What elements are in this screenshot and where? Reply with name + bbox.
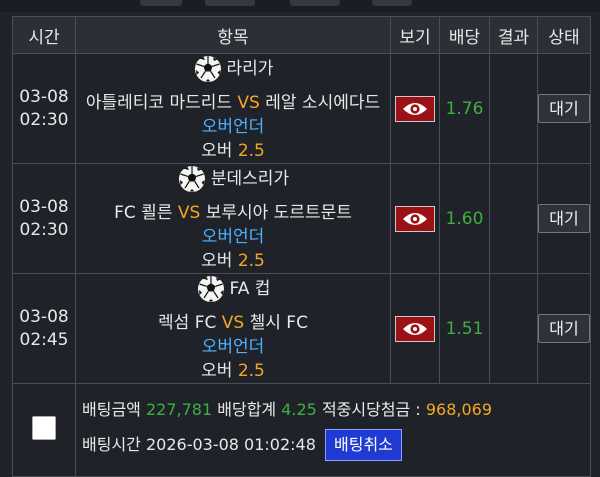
select-cell bbox=[12, 383, 76, 477]
bet-totals-line: 배팅금액 227,781 배당합계 4.25 적중시당첨금 : 968,069 bbox=[76, 399, 590, 421]
header-status: 상태 bbox=[537, 16, 591, 54]
game-date: 03-08 bbox=[19, 306, 69, 327]
bet-slip-table: 시간 항목 보기 배당 결과 상태 03-08 02:30 라리가 아틀레티코 … bbox=[12, 16, 591, 477]
bet-amount-label: 배팅금액 bbox=[82, 400, 141, 419]
summary-cell: 배팅금액 227,781 배당합계 4.25 적중시당첨금 : 968,069 … bbox=[75, 383, 591, 477]
odds-value: 1.51 bbox=[439, 273, 490, 384]
home-team: 아틀레티코 마드리드 bbox=[85, 93, 233, 113]
table-row: 03-08 02:45 FA 컵 렉섬 FC VS 첼시 FC 오버언더 오버 … bbox=[12, 273, 591, 384]
vs-label: VS bbox=[237, 93, 260, 113]
header-time: 시간 bbox=[12, 16, 76, 54]
odds-value: 1.60 bbox=[439, 163, 490, 274]
view-button[interactable] bbox=[395, 205, 435, 232]
header-item: 항목 bbox=[75, 16, 391, 54]
result-cell bbox=[489, 53, 538, 164]
game-date: 03-08 bbox=[19, 196, 69, 217]
pick-line: 오버 2.5 bbox=[76, 249, 390, 273]
pick-line-value: 2.5 bbox=[237, 141, 265, 161]
status-cell: 대기 bbox=[537, 163, 591, 274]
header-odds: 배당 bbox=[439, 16, 490, 54]
game-clock: 02:45 bbox=[19, 329, 69, 350]
top-tab[interactable] bbox=[290, 0, 340, 6]
bet-time-line: 배팅시간 2026-03-08 01:02:48 배팅취소 bbox=[76, 429, 590, 461]
match-line: FC 쾰른 VS 보루시아 도르트문트 bbox=[76, 201, 390, 225]
bet-time-label: 배팅시간 bbox=[82, 435, 141, 454]
cancel-bet-button[interactable]: 배팅취소 bbox=[325, 429, 402, 461]
payout-value: 968,069 bbox=[425, 400, 493, 419]
table-row: 03-08 02:30 라리가 아틀레티코 마드리드 VS 레알 소시에다드 오… bbox=[12, 53, 591, 164]
bet-amount-value: 227,781 bbox=[145, 400, 213, 419]
total-odds-value: 4.25 bbox=[281, 400, 317, 419]
header-view: 보기 bbox=[390, 16, 440, 54]
pick-line-value: 2.5 bbox=[237, 251, 265, 271]
away-team: 보루시아 도르트문트 bbox=[205, 203, 352, 223]
game-item: 분데스리가 FC 쾰른 VS 보루시아 도르트문트 오버언더 오버 2.5 bbox=[75, 163, 391, 274]
view-button[interactable] bbox=[395, 95, 435, 122]
view-button[interactable] bbox=[395, 315, 435, 342]
game-date: 03-08 bbox=[19, 86, 69, 107]
summary-row: 배팅금액 227,781 배당합계 4.25 적중시당첨금 : 968,069 … bbox=[12, 383, 591, 477]
total-odds-label: 배당합계 bbox=[217, 400, 277, 419]
select-checkbox[interactable] bbox=[32, 416, 56, 440]
league-name: 라리가 bbox=[226, 59, 274, 79]
vs-label: VS bbox=[221, 313, 245, 333]
view-cell bbox=[390, 53, 440, 164]
pick-label: 오버 bbox=[201, 251, 233, 271]
league-line: 라리가 bbox=[193, 54, 274, 84]
pick-line: 오버 2.5 bbox=[76, 139, 390, 163]
league-line: 분데스리가 bbox=[177, 164, 289, 194]
eye-icon bbox=[403, 102, 427, 115]
eye-icon bbox=[403, 212, 427, 225]
game-item: FA 컵 렉섬 FC VS 첼시 FC 오버언더 오버 2.5 bbox=[75, 273, 391, 384]
view-cell bbox=[390, 273, 440, 384]
status-button[interactable]: 대기 bbox=[538, 314, 590, 343]
view-cell bbox=[390, 163, 440, 274]
match-line: 아틀레티코 마드리드 VS 레알 소시에다드 bbox=[76, 91, 390, 115]
payout-label: 적중시당첨금 : bbox=[321, 400, 421, 419]
pick-line: 오버 2.5 bbox=[76, 359, 390, 383]
away-team: 레알 소시에다드 bbox=[265, 93, 381, 113]
home-team: 렉섬 FC bbox=[158, 313, 217, 333]
result-cell bbox=[489, 163, 538, 274]
soccer-ball-icon bbox=[196, 275, 225, 303]
match-line: 렉섬 FC VS 첼시 FC bbox=[76, 311, 390, 335]
top-tab[interactable] bbox=[205, 0, 255, 6]
game-clock: 02:30 bbox=[19, 219, 69, 240]
status-cell: 대기 bbox=[537, 273, 591, 384]
league-line: FA 컵 bbox=[196, 274, 271, 304]
table-row: 03-08 02:30 분데스리가 FC 쾰른 VS 보루시아 도르트문트 오버… bbox=[12, 163, 591, 274]
top-tab[interactable] bbox=[140, 0, 182, 6]
pick-label: 오버 bbox=[201, 141, 233, 161]
table-header: 시간 항목 보기 배당 결과 상태 bbox=[12, 16, 591, 54]
market-type: 오버언더 bbox=[201, 227, 265, 247]
status-button[interactable]: 대기 bbox=[538, 204, 590, 233]
market-type: 오버언더 bbox=[201, 117, 265, 137]
game-time: 03-08 02:30 bbox=[12, 53, 76, 164]
top-tab[interactable] bbox=[372, 0, 412, 6]
status-button[interactable]: 대기 bbox=[538, 94, 590, 123]
status-cell: 대기 bbox=[537, 53, 591, 164]
pick-label: 오버 bbox=[201, 361, 233, 381]
away-team: 첼시 FC bbox=[249, 313, 308, 333]
soccer-ball-icon bbox=[193, 55, 222, 83]
home-team: FC 쾰른 bbox=[114, 203, 173, 223]
game-clock: 02:30 bbox=[19, 109, 69, 130]
game-time: 03-08 02:30 bbox=[12, 163, 76, 274]
market-type: 오버언더 bbox=[201, 337, 265, 357]
game-item: 라리가 아틀레티코 마드리드 VS 레알 소시에다드 오버언더 오버 2.5 bbox=[75, 53, 391, 164]
bet-time-value: 2026-03-08 01:02:48 bbox=[145, 435, 316, 454]
pick-line-value: 2.5 bbox=[237, 361, 265, 381]
league-name: FA 컵 bbox=[229, 279, 271, 299]
soccer-ball-icon bbox=[177, 165, 206, 193]
top-strip bbox=[0, 0, 600, 12]
game-time: 03-08 02:45 bbox=[12, 273, 76, 384]
result-cell bbox=[489, 273, 538, 384]
odds-value: 1.76 bbox=[439, 53, 490, 164]
league-name: 분데스리가 bbox=[210, 169, 290, 189]
vs-label: VS bbox=[177, 203, 201, 223]
eye-icon bbox=[403, 322, 427, 335]
header-result: 결과 bbox=[489, 16, 538, 54]
